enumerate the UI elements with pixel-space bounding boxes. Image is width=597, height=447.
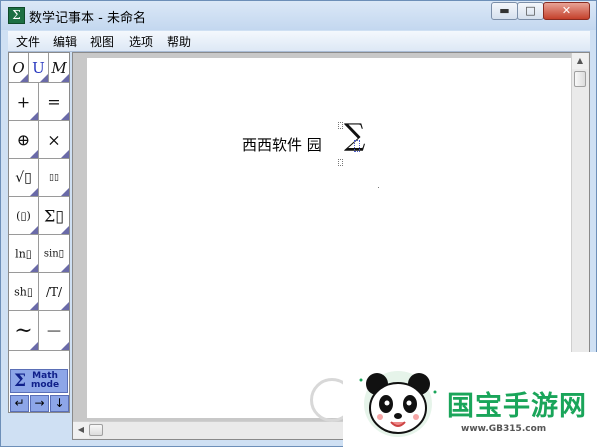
plus-button[interactable]: +	[9, 83, 39, 121]
palette-tab-italic-o[interactable]: O	[9, 53, 29, 83]
palette-tab-italic-m[interactable]: M	[49, 53, 69, 83]
ln-button[interactable]: ln▯	[9, 235, 39, 273]
matrix-button[interactable]: ▯▯	[39, 159, 69, 197]
menu-options[interactable]: 选项	[129, 33, 153, 50]
sum-body-placeholder[interactable]	[354, 140, 360, 152]
tilde-button[interactable]: ~	[9, 311, 39, 351]
summation-button[interactable]: Σ▯	[39, 197, 69, 235]
sum-upper-placeholder[interactable]	[338, 122, 343, 129]
horizontal-scroll-thumb[interactable]	[89, 424, 103, 436]
equals-button[interactable]: =	[39, 83, 69, 121]
window-title: 数学记事本 - 未命名	[29, 11, 146, 26]
down-arrow-icon[interactable]: ↓	[50, 395, 69, 412]
menu-edit[interactable]: 编辑	[53, 33, 77, 50]
circled-plus-button[interactable]: ⊕	[9, 121, 39, 159]
document-text[interactable]: 西西软件 园	[242, 134, 322, 155]
title-bar[interactable]: Σ 数学记事本 - 未命名 ▬ □ ✕	[1, 1, 596, 30]
parentheses-button[interactable]: (▯)	[9, 197, 39, 235]
menu-help[interactable]: 帮助	[167, 33, 191, 50]
decoration-button[interactable]: /T/	[39, 273, 69, 311]
bar-button[interactable]: —	[39, 311, 69, 351]
close-button[interactable]: ✕	[543, 2, 590, 20]
sh-button[interactable]: sh▯	[9, 273, 39, 311]
insertion-point	[378, 187, 379, 188]
sigma-icon: Σ	[14, 371, 27, 391]
watermark-url: www.GB315.com	[461, 424, 547, 434]
math-mode-button[interactable]: Σ Math mode	[10, 369, 68, 393]
scroll-left-icon[interactable]: ◀	[73, 422, 89, 438]
math-mode-label: Math mode	[31, 371, 60, 390]
menu-bar: 文件 编辑 视图 选项 帮助	[8, 31, 590, 52]
sigma-app-icon[interactable]: Σ	[8, 7, 25, 24]
minimize-button[interactable]: ▬	[491, 2, 518, 20]
menu-view[interactable]: 视图	[90, 33, 114, 50]
symbol-palette: O U M + = ⊕ × √▯ ▯▯ (▯) Σ▯ ln▯ sin▯ sh▯ …	[8, 52, 70, 413]
times-button[interactable]: ×	[39, 121, 69, 159]
enter-arrow-icon[interactable]: ↵	[10, 395, 29, 412]
watermark-banner: 国宝手游网 www.GB315.com	[343, 352, 597, 447]
maximize-button[interactable]: □	[517, 2, 544, 20]
scroll-up-icon[interactable]: ▲	[572, 53, 588, 69]
right-arrow-icon[interactable]: →	[30, 395, 49, 412]
sin-button[interactable]: sin▯	[39, 235, 69, 273]
panda-logo-icon	[359, 371, 437, 437]
sqrt-button[interactable]: √▯	[9, 159, 39, 197]
palette-tab-union[interactable]: U	[29, 53, 49, 83]
menu-file[interactable]: 文件	[16, 33, 40, 50]
vertical-scroll-thumb[interactable]	[574, 71, 586, 87]
sum-lower-placeholder[interactable]	[338, 159, 343, 166]
watermark-title: 国宝手游网	[447, 391, 587, 422]
